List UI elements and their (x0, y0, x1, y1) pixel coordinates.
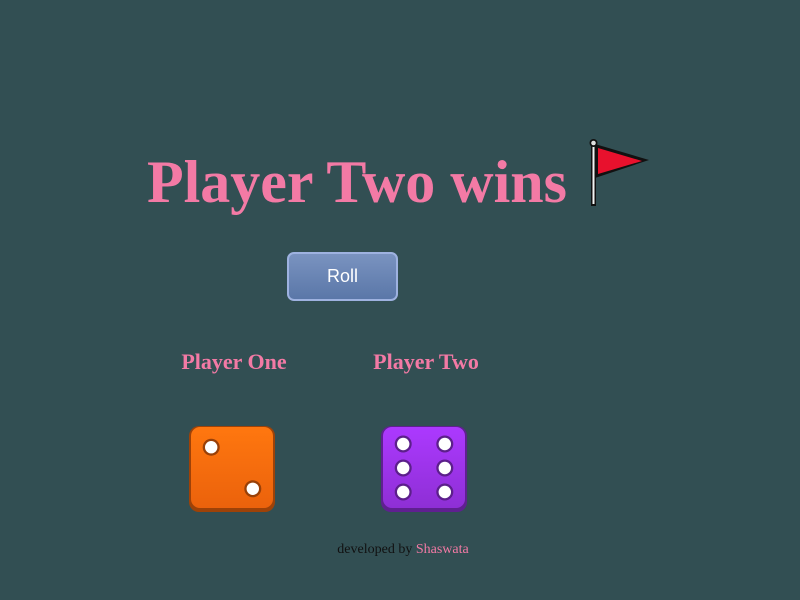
result-text: Player Two wins (146, 149, 568, 215)
player-one-die (188, 425, 276, 513)
game-root: Player Two wins Roll Player One Player T… (0, 0, 800, 600)
die-pip (438, 461, 451, 475)
result-heading: Player Two wins (0, 138, 800, 218)
die-pip (397, 485, 410, 499)
die-pip (205, 441, 218, 454)
die-face-svg (381, 426, 467, 512)
player-two-label: Player Two (373, 349, 479, 374)
footer-credit: developed by Shaswata (0, 540, 800, 560)
die-pip (438, 485, 451, 499)
player-one-label: Player One (181, 349, 287, 374)
die-pip (397, 461, 410, 475)
die-pip (438, 437, 451, 451)
author-link[interactable]: Shaswata (416, 542, 469, 557)
die-pip (397, 437, 410, 451)
die-face-svg (189, 426, 275, 512)
player-two-die (380, 425, 468, 513)
roll-button[interactable]: Roll (287, 252, 398, 301)
die-pip (246, 482, 259, 495)
red-flag-icon (587, 138, 653, 208)
footer-prefix: developed by (337, 542, 413, 557)
